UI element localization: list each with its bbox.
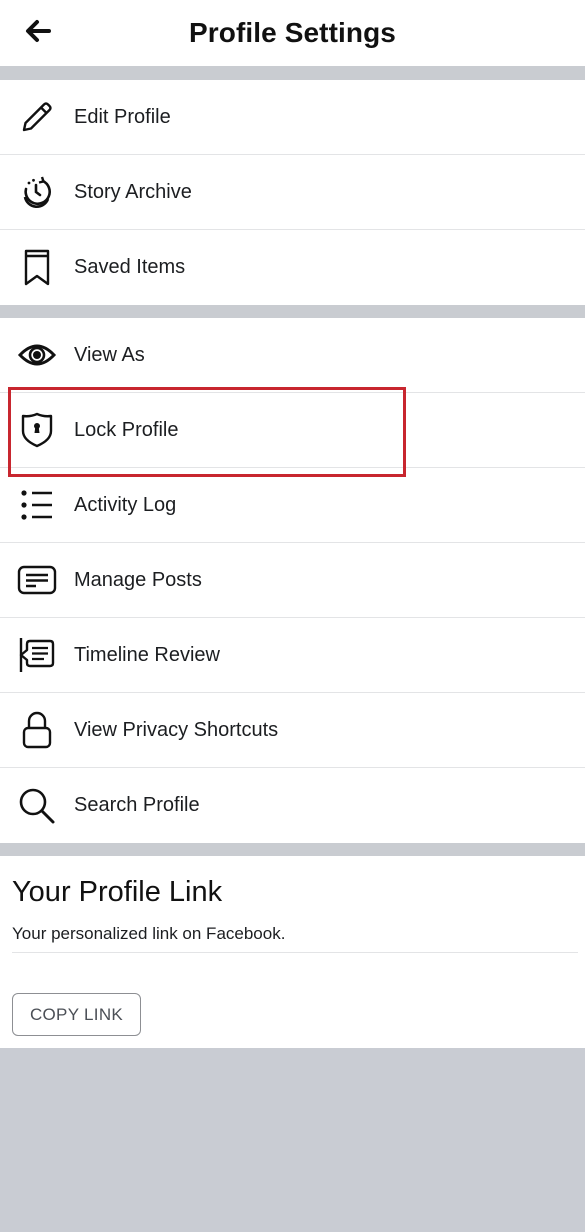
section-separator <box>0 66 585 80</box>
list-icon <box>17 485 57 525</box>
menu-item-view-as[interactable]: View As <box>0 318 585 393</box>
profile-link-title: Your Profile Link <box>12 876 223 908</box>
menu-item-label: Saved Items <box>74 256 186 278</box>
menu-item-label: Lock Profile <box>74 418 179 441</box>
privacy-tools-group: View As Lock Profile Activity Log Manage… <box>0 318 585 843</box>
menu-item-timeline-review[interactable]: Timeline Review <box>0 618 585 693</box>
back-button[interactable] <box>22 15 54 47</box>
menu-item-label: Edit Profile <box>74 105 171 128</box>
clock-history-icon <box>17 172 57 212</box>
menu-item-view-privacy-shortcuts[interactable]: View Privacy Shortcuts <box>0 693 585 768</box>
bookmark-icon <box>17 248 57 288</box>
menu-item-saved-items[interactable]: Saved Items <box>0 230 585 305</box>
search-icon <box>17 786 57 826</box>
eye-icon <box>17 335 57 375</box>
menu-item-label: Manage Posts <box>74 568 202 591</box>
menu-item-edit-profile[interactable]: Edit Profile <box>0 80 585 155</box>
profile-link-description: Your personalized link on Facebook. <box>12 924 286 943</box>
menu-item-activity-log[interactable]: Activity Log <box>0 468 585 543</box>
timeline-review-icon <box>17 635 57 675</box>
section-separator <box>0 843 585 856</box>
lock-icon <box>17 710 57 750</box>
menu-item-manage-posts[interactable]: Manage Posts <box>0 543 585 618</box>
menu-item-lock-profile[interactable]: Lock Profile <box>0 393 585 468</box>
top-app-bar: Profile Settings <box>0 0 585 66</box>
menu-item-search-profile[interactable]: Search Profile <box>0 768 585 843</box>
menu-item-story-archive[interactable]: Story Archive <box>0 155 585 230</box>
profile-tools-group: Edit Profile Story Archive Saved Items <box>0 80 585 305</box>
page-title: Profile Settings <box>189 17 396 48</box>
menu-item-label: View Privacy Shortcuts <box>74 718 279 741</box>
pencil-icon <box>17 97 57 137</box>
section-separator <box>0 305 585 318</box>
menu-item-label: Timeline Review <box>74 643 220 666</box>
copy-link-button[interactable]: COPY LINK <box>12 993 141 1036</box>
divider <box>12 952 578 953</box>
posts-icon <box>17 560 57 600</box>
profile-link-section: Your Profile Link Your personalized link… <box>0 856 585 1048</box>
menu-item-label: Search Profile <box>74 794 200 816</box>
menu-item-label: Activity Log <box>74 493 177 516</box>
shield-lock-icon <box>17 410 57 450</box>
menu-item-label: View As <box>74 343 145 366</box>
menu-item-label: Story Archive <box>74 180 192 203</box>
arrow-left-icon <box>24 19 52 43</box>
